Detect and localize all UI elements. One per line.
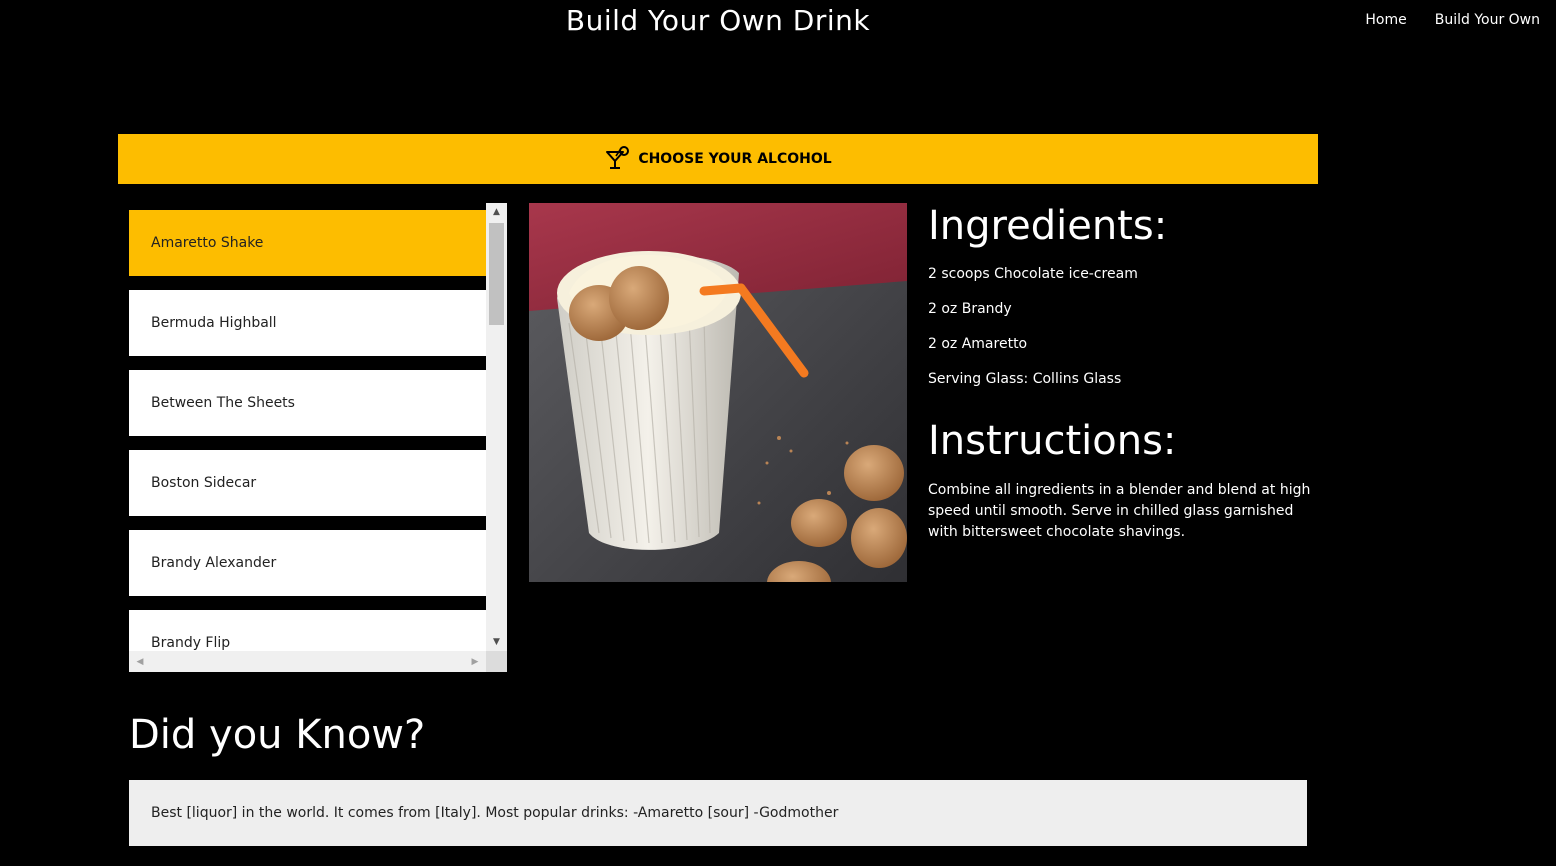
instructions-text: Combine all ingredients in a blender and… (928, 482, 1311, 540)
scrollbar-thumb[interactable] (489, 223, 504, 325)
scroll-down-icon[interactable]: ▼ (486, 633, 507, 651)
fact-box: Best [liquor] in the world. It comes fro… (129, 780, 1307, 846)
ingredient-item: 2 scoops Chocolate ice-cream (928, 266, 1138, 282)
instructions-heading: Instructions: (928, 418, 1177, 464)
choose-alcohol-button[interactable]: CHOOSE YOUR ALCOHOL (118, 134, 1318, 184)
vertical-scrollbar[interactable]: ▲ ▼ (486, 203, 507, 651)
drink-item-brandy-flip[interactable]: Brandy Flip (129, 610, 486, 651)
drink-item-boston-sidecar[interactable]: Boston Sidecar (129, 450, 486, 516)
ingredients-heading: Ingredients: (928, 203, 1168, 249)
scroll-left-icon[interactable]: ◀ (131, 651, 149, 672)
serving-glass: Serving Glass: Collins Glass (928, 371, 1122, 387)
page-title: Build Your Own Drink (565, 4, 871, 37)
nav-build-your-own-link[interactable]: Build Your Own (1435, 12, 1540, 28)
nav-home-link[interactable]: Home (1365, 12, 1406, 28)
did-you-know-heading: Did you Know? (129, 712, 426, 758)
choose-alcohol-label: CHOOSE YOUR ALCOHOL (638, 151, 832, 167)
ingredient-item: 2 oz Brandy (928, 301, 1012, 317)
scroll-up-icon[interactable]: ▲ (486, 203, 507, 221)
cocktail-glass-icon (604, 146, 632, 172)
drink-photo (529, 203, 907, 582)
scroll-right-icon[interactable]: ▶ (466, 651, 484, 672)
top-nav: Home Build Your Own (1365, 12, 1540, 28)
ingredient-item: 2 oz Amaretto (928, 336, 1028, 352)
drink-details: Ingredients: 2 scoops Chocolate ice-crea… (928, 200, 1318, 540)
drink-item-brandy-alexander[interactable]: Brandy Alexander (129, 530, 486, 596)
drink-item-bermuda-highball[interactable]: Bermuda Highball (129, 290, 486, 356)
scrollbar-corner (486, 651, 507, 672)
drink-item-amaretto-shake[interactable]: Amaretto Shake (129, 210, 486, 276)
drink-item-between-the-sheets[interactable]: Between The Sheets (129, 370, 486, 436)
fact-text: Best [liquor] in the world. It comes fro… (151, 805, 839, 821)
drink-list[interactable]: Amaretto Shake Bermuda Highball Between … (129, 203, 507, 672)
drink-list-viewport: Amaretto Shake Bermuda Highball Between … (129, 203, 486, 651)
horizontal-scrollbar[interactable]: ◀ ▶ (129, 651, 486, 672)
